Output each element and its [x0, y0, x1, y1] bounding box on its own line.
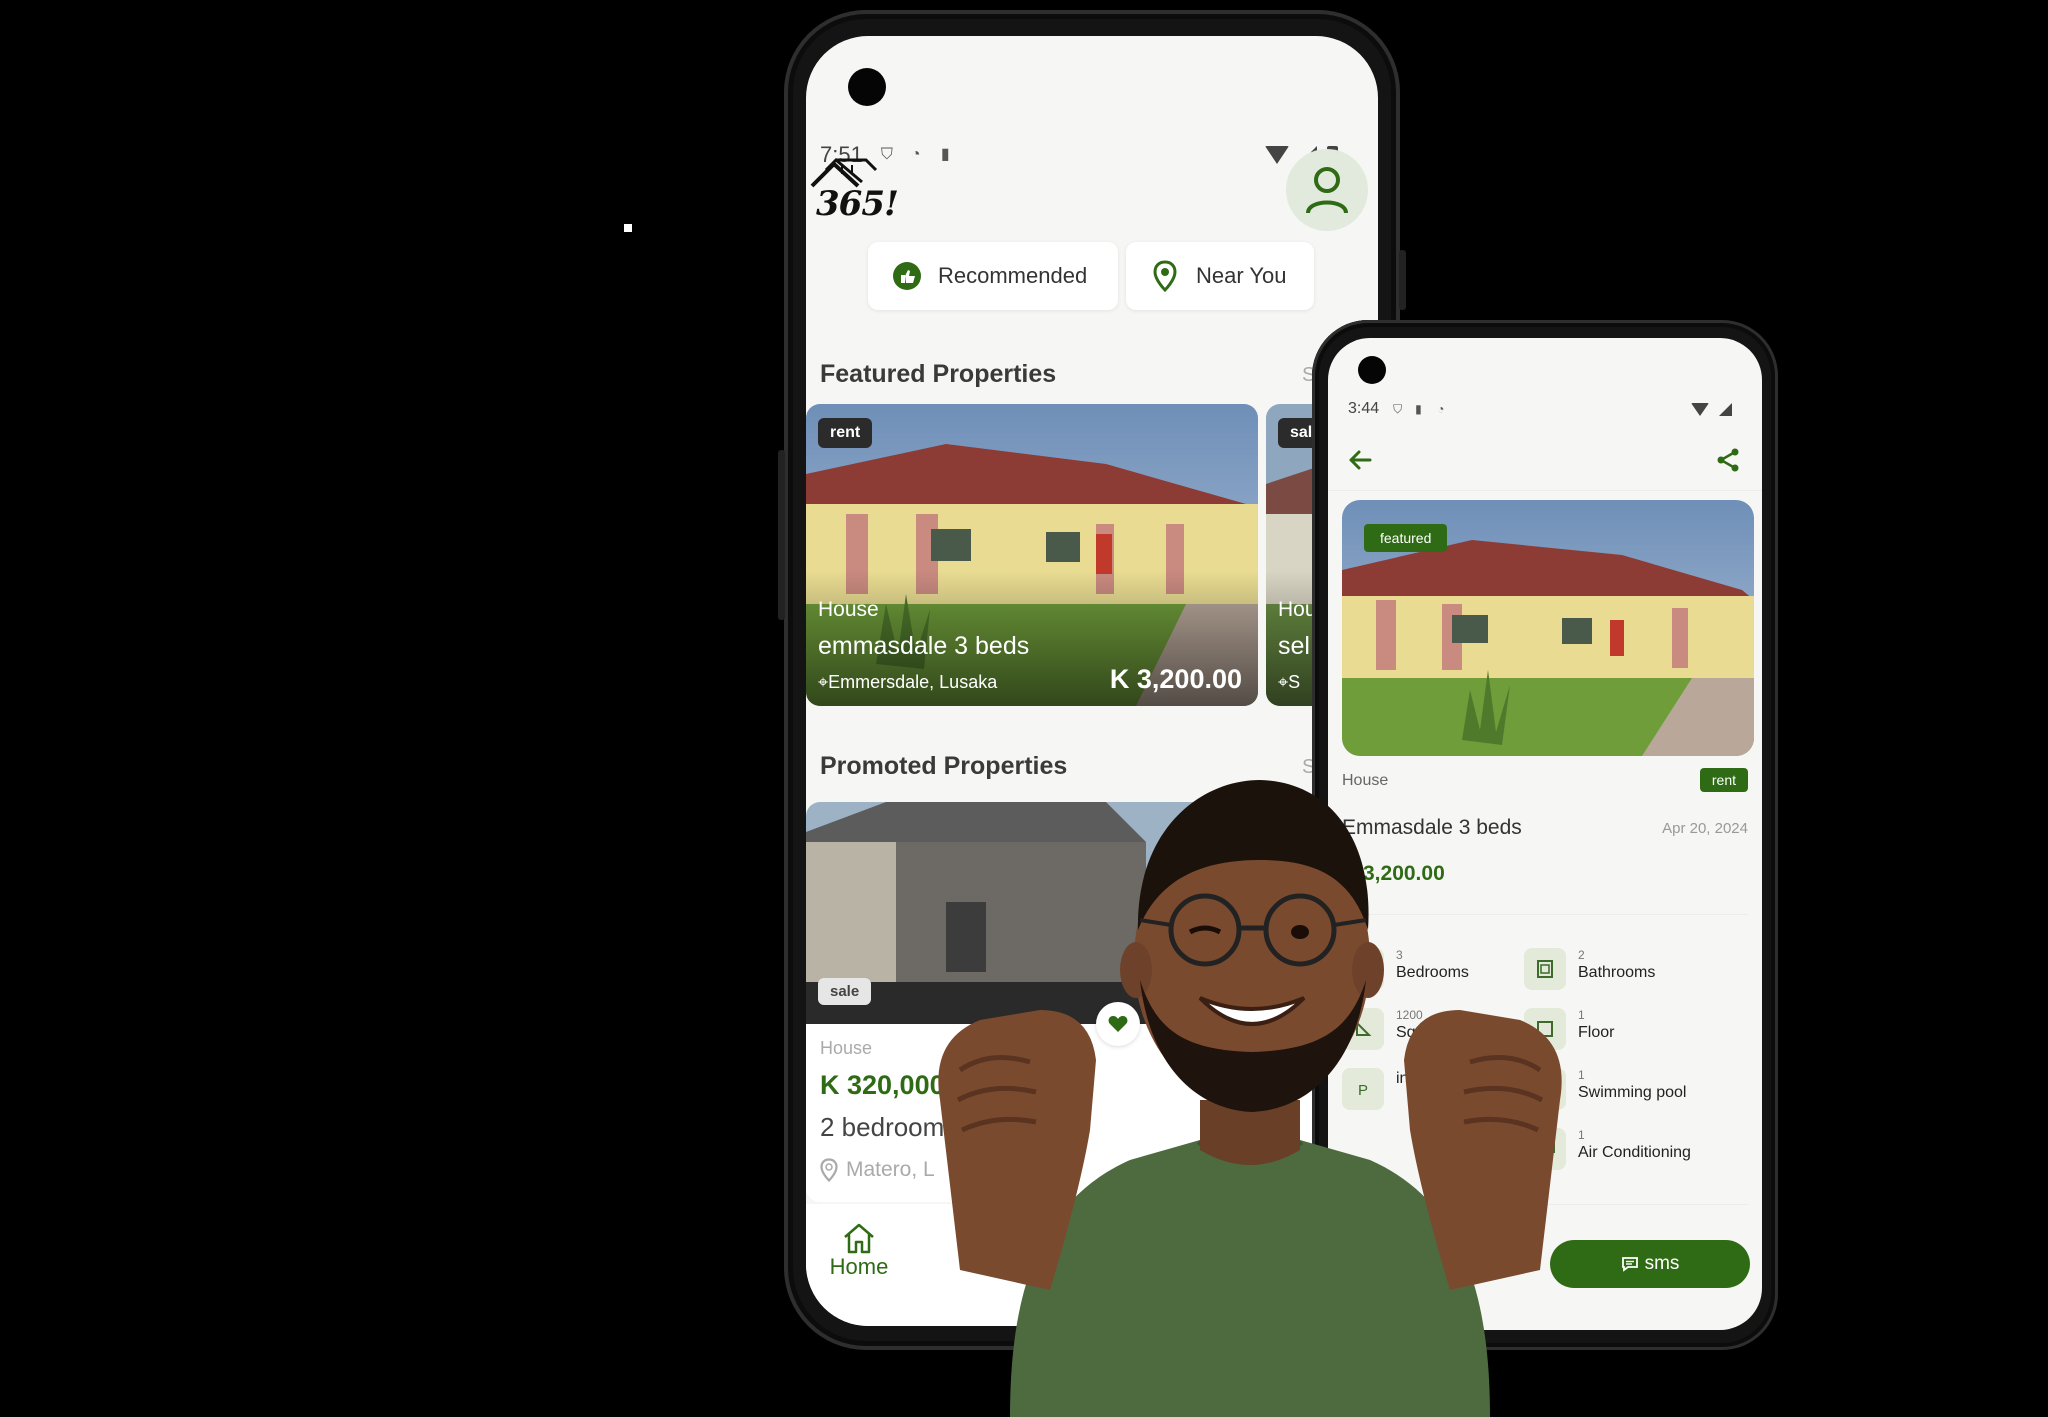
status-time: 3:44	[1348, 400, 1380, 417]
wifi-icon	[1691, 402, 1709, 416]
app-logo: 365!	[806, 156, 899, 226]
featured-property-card[interactable]: rent House emmasdale 3 beds ⌖Emmersdale,…	[806, 404, 1258, 706]
property-location: ⌖S	[1278, 672, 1301, 692]
wifi-icon	[1265, 146, 1289, 164]
arrow-left-icon	[1349, 450, 1372, 470]
sms-button-label: sms	[1644, 1253, 1680, 1274]
front-camera	[1358, 356, 1386, 384]
home-icon	[844, 1223, 874, 1254]
tab-near-you-label: Near You	[1196, 263, 1287, 288]
location-pin-icon: ⌖	[1278, 672, 1289, 692]
location-pin-icon: ⌖	[818, 672, 829, 692]
location-pin-icon	[1150, 260, 1180, 292]
sd-card-icon: ▮	[940, 146, 950, 163]
property-type: House	[818, 598, 879, 621]
tab-near-you[interactable]: Near You	[1126, 242, 1314, 310]
phone-side-button	[778, 450, 785, 620]
property-title: sel	[1278, 632, 1310, 660]
phone-side-button	[1399, 250, 1406, 310]
thumbs-up-icon	[892, 261, 922, 291]
nav-home-label: Home	[829, 1254, 889, 1279]
listing-date: Apr 20, 2024	[1662, 820, 1748, 837]
front-camera	[848, 68, 886, 106]
location-pin-icon	[820, 1158, 838, 1182]
share-button[interactable]	[1714, 446, 1742, 474]
profile-button[interactable]	[1286, 149, 1368, 231]
signal-icon	[1719, 402, 1732, 416]
listing-badge: rent	[1699, 768, 1748, 792]
app-notification-icon: ◔	[910, 146, 921, 163]
property-photo: featured	[1342, 500, 1754, 756]
property-type: House	[820, 1038, 873, 1058]
listing-badge: sale	[818, 978, 872, 1005]
logo-text: 365!	[816, 184, 899, 224]
sd-card-icon: ▮	[1415, 402, 1422, 416]
property-title: emmasdale 3 beds	[818, 632, 1030, 660]
tab-recommended[interactable]: Recommended	[868, 242, 1118, 310]
tab-recommended-label: Recommended	[938, 263, 1088, 288]
detail-top-bar	[1328, 430, 1762, 491]
happy-man-photo	[938, 780, 1562, 1417]
property-price: K 3,200.00	[1109, 664, 1242, 694]
featured-section-title: Featured Properties	[820, 360, 1057, 388]
status-bar: 3:44 ⛉ ▮ ◔	[1348, 398, 1732, 420]
message-icon	[1621, 1257, 1638, 1272]
app-notification-icon: ◔	[1437, 402, 1445, 416]
featured-badge: featured	[1364, 524, 1448, 552]
back-button[interactable]	[1346, 446, 1374, 474]
property-type: Hou	[1278, 598, 1317, 621]
share-icon	[1717, 448, 1739, 472]
listing-badge: rent	[818, 418, 873, 448]
decorative-speck	[624, 224, 632, 232]
shield-icon: ⛉	[1393, 402, 1403, 416]
user-icon	[1306, 167, 1348, 214]
property-location: ⌖Emmersdale, Lusaka	[818, 672, 998, 692]
nav-home[interactable]: Home	[824, 1222, 894, 1280]
